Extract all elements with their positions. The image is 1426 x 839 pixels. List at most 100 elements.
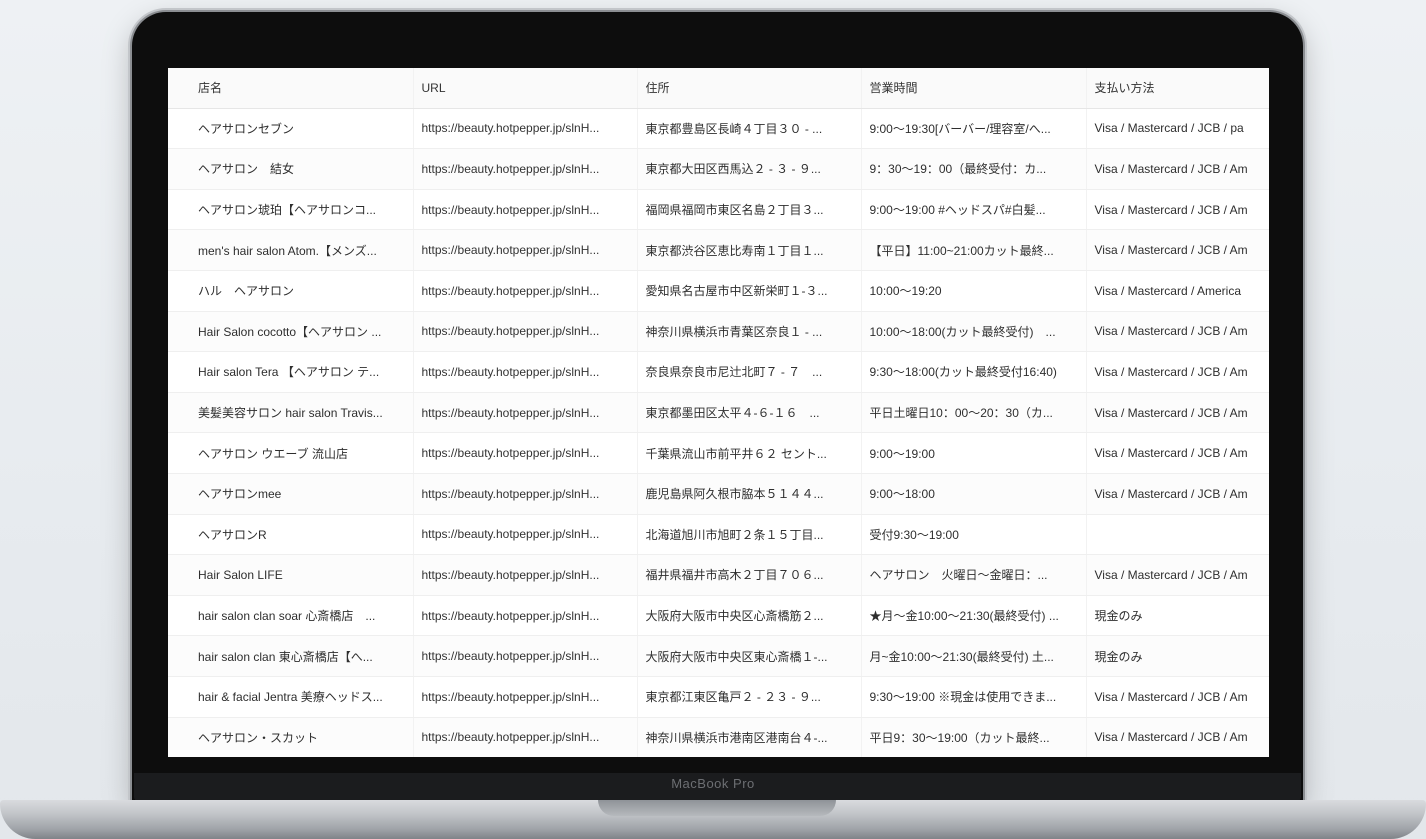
cell-hours[interactable]: 月~金10:00～21:30(最終受付) 土... <box>861 635 1087 677</box>
cell-payment[interactable]: Visa / Mastercard / America <box>1086 270 1269 312</box>
cell-payment[interactable]: Visa / Mastercard / JCB / Am <box>1086 554 1269 596</box>
cell-hours[interactable]: 9:00～19:00 #ヘッドスパ#白髪... <box>861 189 1087 231</box>
table-row[interactable]: hair & facial Jentra 美療ヘッドス... https://be… <box>168 676 1269 718</box>
cell-hours[interactable]: 10:00～18:00(カット最終受付) ... <box>861 311 1087 353</box>
cell-address[interactable]: 東京都大田区西馬込２ - ３ - ９... <box>637 148 862 190</box>
cell-payment[interactable]: Visa / Mastercard / JCB / pa <box>1086 108 1269 150</box>
cell-hours[interactable]: ヘアサロン 火曜日～金曜日：... <box>861 554 1087 596</box>
cell-payment[interactable]: Visa / Mastercard / JCB / Am <box>1086 229 1269 271</box>
cell-address[interactable]: 東京都墨田区太平４-６-１６ ... <box>637 392 862 434</box>
cell-address[interactable]: 北海道旭川市旭町２条１５丁目... <box>637 514 862 556</box>
cell-hours[interactable]: 平日土曜日10：00～20：30（カ... <box>861 392 1087 434</box>
cell-address[interactable]: 福井県福井市高木２丁目７０６... <box>637 554 862 596</box>
table-row[interactable]: ヘアサロンmee https://beauty.hotpepper.jp/slnH… <box>168 473 1269 515</box>
cell-address[interactable]: 神奈川県横浜市青葉区奈良１ - ... <box>637 311 862 353</box>
cell-hours[interactable]: 【平日】11:00~21:00カット最終... <box>861 229 1087 271</box>
cell-payment[interactable]: Visa / Mastercard / JCB / Am <box>1086 148 1269 190</box>
cell-address[interactable]: 愛知県名古屋市中区新栄町１-３... <box>637 270 862 312</box>
cell-name[interactable]: ヘアサロン ウエーブ 流山店 <box>168 432 414 474</box>
table-row[interactable]: ヘアサロン ウエーブ 流山店 https://beauty.hotpepper.j… <box>168 432 1269 474</box>
cell-url[interactable]: https://beauty.hotpepper.jp/slnH... <box>413 635 638 677</box>
cell-address[interactable]: 東京都江東区亀戸２ - ２３ - ９... <box>637 676 862 718</box>
cell-address[interactable]: 神奈川県横浜市港南区港南台４-... <box>637 717 862 757</box>
cell-url[interactable]: https://beauty.hotpepper.jp/slnH... <box>413 554 638 596</box>
cell-hours[interactable]: 9：30～19：00（最終受付：カ... <box>861 148 1087 190</box>
column-header-name[interactable]: 店名 <box>168 68 414 109</box>
cell-name[interactable]: 美髪美容サロン hair salon Travis... <box>168 392 414 434</box>
cell-url[interactable]: https://beauty.hotpepper.jp/slnH... <box>413 229 638 271</box>
cell-name[interactable]: ヘアサロンセブン <box>168 108 414 150</box>
cell-name[interactable]: hair & facial Jentra 美療ヘッドス... <box>168 676 414 718</box>
cell-payment[interactable]: Visa / Mastercard / JCB / Am <box>1086 311 1269 353</box>
cell-url[interactable]: https://beauty.hotpepper.jp/slnH... <box>413 514 638 556</box>
column-header-hours[interactable]: 営業時間 <box>861 68 1087 109</box>
cell-address[interactable]: 鹿児島県阿久根市脇本５１４４... <box>637 473 862 515</box>
cell-payment[interactable]: Visa / Mastercard / JCB / Am <box>1086 392 1269 434</box>
cell-payment[interactable]: Visa / Mastercard / JCB / Am <box>1086 717 1269 757</box>
table-row[interactable]: ヘアサロンセブン https://beauty.hotpepper.jp/slnH… <box>168 108 1269 150</box>
cell-hours[interactable]: ★月～金10:00～21:30(最終受付) ... <box>861 595 1087 637</box>
cell-address[interactable]: 大阪府大阪市中央区東心斎橋１-... <box>637 635 862 677</box>
cell-url[interactable]: https://beauty.hotpepper.jp/slnH... <box>413 311 638 353</box>
table-row[interactable]: hair salon clan 東心斎橋店【へ... https://beauty… <box>168 635 1269 677</box>
cell-payment[interactable]: Visa / Mastercard / JCB / Am <box>1086 189 1269 231</box>
cell-name[interactable]: ヘアサロン琥珀【ヘアサロンコ... <box>168 189 414 231</box>
cell-name[interactable]: ヘアサロンR <box>168 514 414 556</box>
cell-payment[interactable]: Visa / Mastercard / JCB / Am <box>1086 473 1269 515</box>
cell-hours[interactable]: 9:00～19:30[バーバー/理容室/へ... <box>861 108 1087 150</box>
column-header-payment[interactable]: 支払い方法 <box>1086 68 1269 109</box>
cell-name[interactable]: hair salon clan soar 心斎橋店 ... <box>168 595 414 637</box>
cell-hours[interactable]: 9:30～18:00(カット最終受付16:40) <box>861 351 1087 393</box>
table-row[interactable]: Hair Salon cocotto【ヘアサロン ... https://beau… <box>168 311 1269 353</box>
table-row[interactable]: ヘアサロン・スカット https://beauty.hotpepper.jp/sl… <box>168 717 1269 757</box>
cell-name[interactable]: ヘアサロンmee <box>168 473 414 515</box>
cell-url[interactable]: https://beauty.hotpepper.jp/slnH... <box>413 432 638 474</box>
cell-hours[interactable]: 9:00～19:00 <box>861 432 1087 474</box>
cell-name[interactable]: Hair salon Tera 【ヘアサロン テ... <box>168 351 414 393</box>
cell-url[interactable]: https://beauty.hotpepper.jp/slnH... <box>413 717 638 757</box>
cell-address[interactable]: 大阪府大阪市中央区心斎橋筋２... <box>637 595 862 637</box>
cell-name[interactable]: Hair Salon cocotto【ヘアサロン ... <box>168 311 414 353</box>
cell-hours[interactable]: 受付9:30～19:00 <box>861 514 1087 556</box>
column-header-url[interactable]: URL <box>413 68 638 109</box>
cell-url[interactable]: https://beauty.hotpepper.jp/slnH... <box>413 351 638 393</box>
cell-payment[interactable]: Visa / Mastercard / JCB / Am <box>1086 432 1269 474</box>
cell-hours[interactable]: 10:00～19:20 <box>861 270 1087 312</box>
cell-url[interactable]: https://beauty.hotpepper.jp/slnH... <box>413 392 638 434</box>
cell-payment[interactable]: 現金のみ <box>1086 595 1269 637</box>
cell-hours[interactable]: 9:00～18:00 <box>861 473 1087 515</box>
table-row[interactable]: ヘアサロン琥珀【ヘアサロンコ... https://beauty.hotpeppe… <box>168 189 1269 231</box>
cell-payment[interactable]: Visa / Mastercard / JCB / Am <box>1086 676 1269 718</box>
cell-address[interactable]: 千葉県流山市前平井６２ セント... <box>637 432 862 474</box>
cell-url[interactable]: https://beauty.hotpepper.jp/slnH... <box>413 108 638 150</box>
table-row[interactable]: ハル ヘアサロン https://beauty.hotpepper.jp/slnH… <box>168 270 1269 312</box>
table-row[interactable]: ヘアサロンR https://beauty.hotpepper.jp/slnH..… <box>168 514 1269 556</box>
cell-payment[interactable]: Visa / Mastercard / JCB / Am <box>1086 351 1269 393</box>
table-row[interactable]: Hair Salon LIFE https://beauty.hotpepper.… <box>168 554 1269 596</box>
table-row[interactable]: hair salon clan soar 心斎橋店 ... https://bea… <box>168 595 1269 637</box>
cell-address[interactable]: 東京都豊島区長崎４丁目３０ - ... <box>637 108 862 150</box>
table-row[interactable]: men's hair salon Atom.【メンズ... https://bea… <box>168 229 1269 271</box>
cell-url[interactable]: https://beauty.hotpepper.jp/slnH... <box>413 270 638 312</box>
column-header-address[interactable]: 住所 <box>637 68 862 109</box>
cell-hours[interactable]: 平日9：30～19:00（カット最終... <box>861 717 1087 757</box>
cell-url[interactable]: https://beauty.hotpepper.jp/slnH... <box>413 473 638 515</box>
cell-url[interactable]: https://beauty.hotpepper.jp/slnH... <box>413 595 638 637</box>
cell-payment[interactable]: 現金のみ <box>1086 635 1269 677</box>
cell-name[interactable]: Hair Salon LIFE <box>168 554 414 596</box>
table-row[interactable]: 美髪美容サロン hair salon Travis... https://beau… <box>168 392 1269 434</box>
cell-address[interactable]: 東京都渋谷区恵比寿南１丁目１... <box>637 229 862 271</box>
cell-name[interactable]: ヘアサロン 結女 <box>168 148 414 190</box>
table-row[interactable]: Hair salon Tera 【ヘアサロン テ... https://beaut… <box>168 351 1269 393</box>
cell-name[interactable]: men's hair salon Atom.【メンズ... <box>168 229 414 271</box>
cell-address[interactable]: 福岡県福岡市東区名島２丁目３... <box>637 189 862 231</box>
cell-url[interactable]: https://beauty.hotpepper.jp/slnH... <box>413 189 638 231</box>
cell-url[interactable]: https://beauty.hotpepper.jp/slnH... <box>413 148 638 190</box>
cell-hours[interactable]: 9:30～19:00 ※現金は使用できま... <box>861 676 1087 718</box>
cell-address[interactable]: 奈良県奈良市尼辻北町７ - ７ ... <box>637 351 862 393</box>
table-row[interactable]: ヘアサロン 結女 https://beauty.hotpepper.jp/slnH… <box>168 148 1269 190</box>
cell-name[interactable]: ヘアサロン・スカット <box>168 717 414 757</box>
cell-name[interactable]: ハル ヘアサロン <box>168 270 414 312</box>
cell-payment[interactable] <box>1086 514 1269 556</box>
cell-url[interactable]: https://beauty.hotpepper.jp/slnH... <box>413 676 638 718</box>
